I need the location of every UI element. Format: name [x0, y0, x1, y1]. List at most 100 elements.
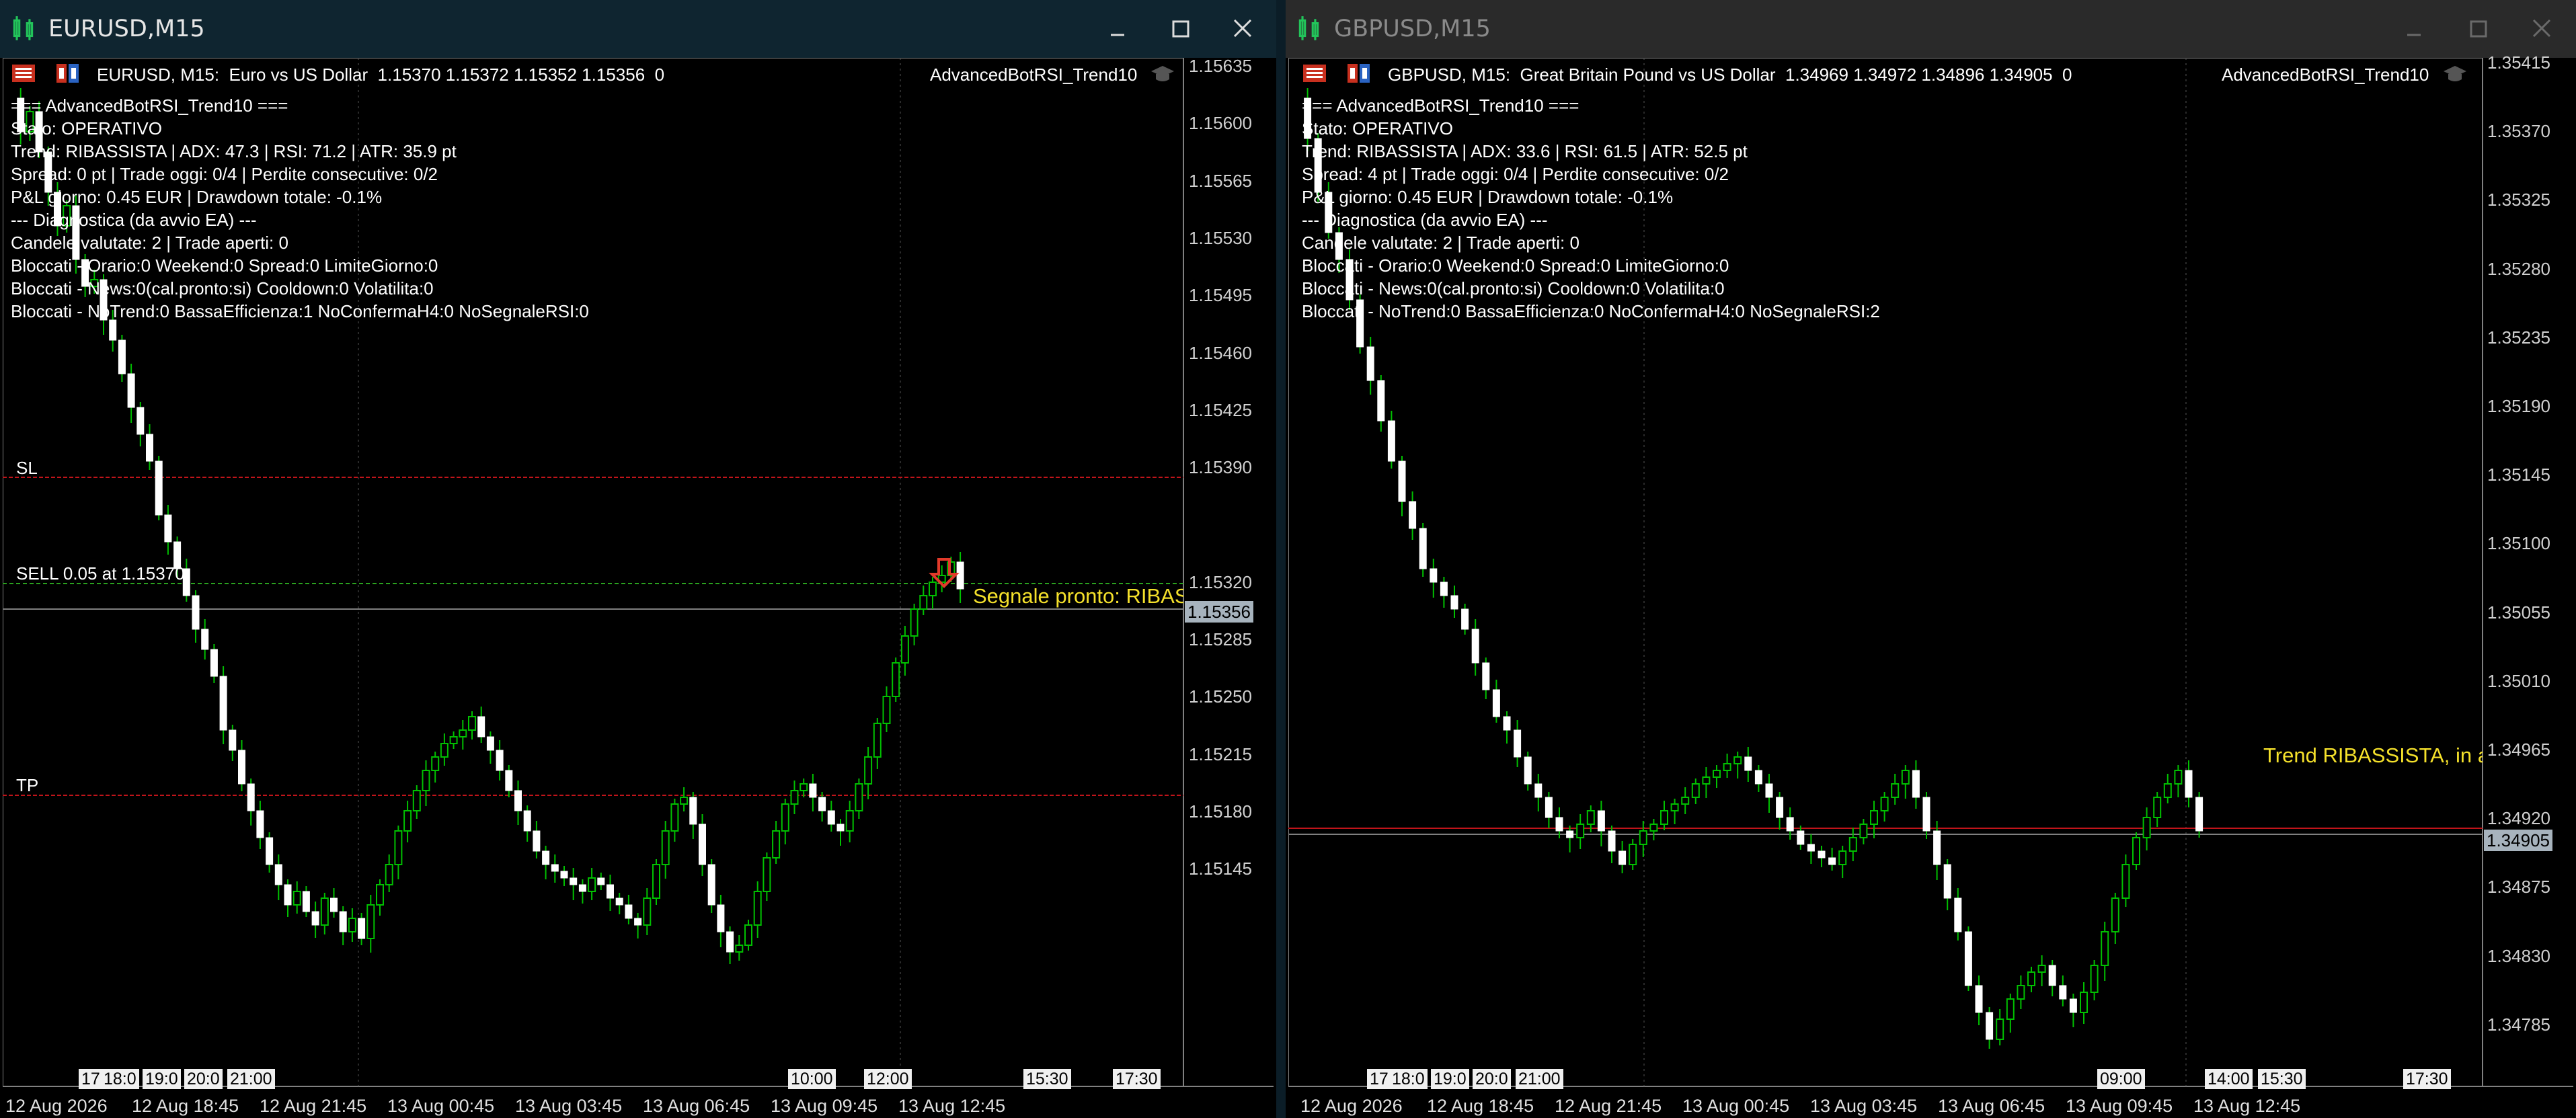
- candle-body: [2195, 797, 2203, 832]
- candle-body: [1733, 756, 1742, 764]
- one-click-trading-icon[interactable]: [55, 63, 81, 84]
- price-tick: 1.35055: [2487, 602, 2550, 623]
- candle-body: [1608, 830, 1616, 852]
- close-button[interactable]: [2522, 12, 2562, 46]
- candle-body: [873, 723, 882, 758]
- candle-body: [2142, 817, 2151, 838]
- candle-body: [440, 743, 448, 758]
- candle-body: [2111, 897, 2119, 932]
- candle-body: [1430, 568, 1438, 583]
- candle-body: [597, 877, 605, 885]
- price-tick: 1.35235: [2487, 327, 2550, 348]
- candle-body: [514, 790, 522, 811]
- chart-menu-icon[interactable]: [1302, 63, 1327, 84]
- candle-body: [1912, 770, 1920, 798]
- candle-body: [726, 931, 734, 953]
- candle-body: [827, 810, 835, 825]
- candle-body: [118, 340, 126, 374]
- maximize-button[interactable]: [2458, 12, 2498, 46]
- candle-body: [1870, 810, 1878, 825]
- title-bar[interactable]: GBPUSD,M15: [1286, 0, 2576, 58]
- candle-body: [1597, 810, 1605, 832]
- minimize-button[interactable]: [2394, 12, 2434, 46]
- candle-body: [1471, 629, 1479, 664]
- price-tick: 1.34920: [2487, 808, 2550, 829]
- date-tick: 12 Aug 18:45: [1427, 1096, 1534, 1116]
- window-eurusd[interactable]: EURUSD,M15 EURUSD, M15: Euro vs US Dolla…: [0, 0, 1276, 1118]
- status-line: Bloccati - News:0(cal.pronto:si) Cooldow…: [11, 278, 434, 298]
- graduation-cap-icon[interactable]: [2442, 63, 2468, 85]
- date-tick: 12 Aug 2026: [1300, 1096, 1403, 1116]
- candle-body: [799, 783, 808, 791]
- status-line: Candele valutate: 2 | Trade aperti: 0: [1302, 233, 1579, 253]
- status-line: --- Diagnostica (da avvio EA) ---: [11, 210, 257, 230]
- candle-body: [689, 797, 697, 825]
- status-line: === AdvancedBotRSI_Trend10 ===: [11, 95, 288, 116]
- candle-body: [292, 891, 301, 906]
- title-bar[interactable]: EURUSD,M15: [0, 0, 1276, 58]
- candle-body: [1377, 380, 1385, 422]
- candle-body: [1387, 420, 1395, 462]
- candle-body: [459, 729, 467, 737]
- price-tick: 1.35010: [2487, 670, 2550, 691]
- candle-body: [284, 884, 292, 906]
- one-click-trading-icon[interactable]: [1346, 63, 1372, 84]
- candle-body: [2174, 770, 2183, 785]
- candle-body: [412, 790, 421, 811]
- candle-body: [929, 582, 937, 596]
- candle-body: [1933, 830, 1941, 865]
- candle-body: [919, 595, 928, 610]
- candle-body: [1986, 1012, 1994, 1040]
- candle-body: [588, 877, 596, 892]
- candle-body: [1649, 824, 1658, 832]
- candle-body: [385, 864, 393, 885]
- candle-body: [1660, 810, 1668, 825]
- time-tick: 21:00: [1516, 1069, 1563, 1089]
- candle-body: [551, 864, 559, 872]
- time-tick: 15:30: [2258, 1069, 2306, 1089]
- candle-body: [1943, 864, 1951, 899]
- candle-body: [496, 750, 504, 771]
- time-tick: 17: [79, 1069, 103, 1089]
- candle-body: [892, 662, 900, 697]
- candle-body: [449, 736, 458, 744]
- candle-body: [311, 911, 319, 926]
- minimize-button[interactable]: [1097, 12, 1138, 46]
- candle-body: [238, 750, 245, 785]
- window-title: EURUSD,M15: [48, 15, 205, 42]
- price-tick: 1.15390: [1189, 457, 1252, 478]
- candle-body: [2037, 965, 2046, 973]
- candle-body: [625, 904, 633, 919]
- price-tick: 1.35280: [2487, 258, 2550, 279]
- date-tick: 12 Aug 2026: [5, 1096, 108, 1116]
- time-tick: 17:30: [1113, 1069, 1161, 1089]
- candle-body: [1618, 850, 1627, 865]
- status-line: Trend: RIBASSISTA | ADX: 33.6 | RSI: 61.…: [1302, 141, 1748, 161]
- candle-body: [1880, 797, 1889, 811]
- candle-body: [643, 897, 652, 926]
- candle-body: [661, 830, 670, 865]
- price-tick: 1.35325: [2487, 190, 2550, 210]
- candle-body: [900, 635, 909, 664]
- maximize-button[interactable]: [1160, 12, 1200, 46]
- candle-body: [735, 945, 744, 953]
- chart-menu-icon[interactable]: [11, 63, 36, 84]
- candle-body: [1922, 797, 1930, 832]
- candle-body: [348, 918, 356, 932]
- candle-body: [1891, 783, 1900, 798]
- candle-body: [864, 756, 873, 785]
- candle-body: [845, 810, 854, 832]
- price-tick: 1.15460: [1189, 342, 1252, 363]
- candle-body: [1964, 931, 1972, 986]
- close-button[interactable]: [1222, 12, 1263, 46]
- status-line: Bloccati - Orario:0 Weekend:0 Spread:0 L…: [11, 255, 438, 276]
- window-gbpusd[interactable]: GBPUSD,M15 GBPUSD, M15: Great Britain Po…: [1286, 0, 2576, 1118]
- date-tick: 13 Aug 03:45: [1810, 1096, 1918, 1116]
- graduation-cap-icon[interactable]: [1150, 63, 1175, 85]
- status-line: Trend: RIBASSISTA | ADX: 47.3 | RSI: 71.…: [11, 141, 457, 161]
- candle-body: [542, 850, 550, 865]
- candle-body: [744, 924, 752, 946]
- candle-body: [468, 716, 476, 731]
- price-tick: 1.15565: [1189, 170, 1252, 191]
- candle-body: [836, 824, 845, 832]
